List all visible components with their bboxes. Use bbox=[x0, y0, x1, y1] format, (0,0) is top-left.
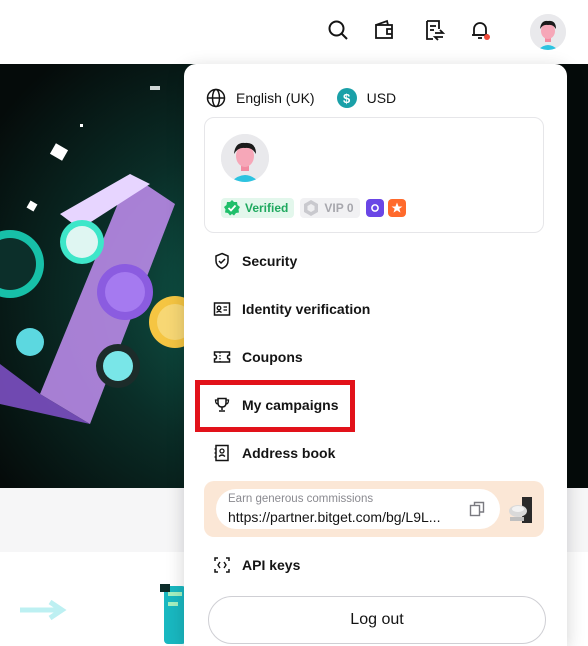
referral-banner: Earn generous commissions https://partne… bbox=[204, 481, 544, 537]
referral-link: https://partner.bitget.com/bg/L9L... bbox=[228, 509, 441, 525]
menu-item-coupons[interactable]: Coupons bbox=[212, 345, 303, 369]
orders-icon[interactable] bbox=[420, 16, 448, 44]
currency-label: USD bbox=[366, 90, 397, 106]
user-avatar bbox=[221, 134, 269, 182]
avatar-illustration bbox=[221, 134, 269, 182]
menu-label: API keys bbox=[242, 557, 301, 573]
menu-item-api-keys[interactable]: API keys bbox=[212, 553, 300, 577]
star-icon bbox=[391, 202, 402, 213]
globe-icon bbox=[206, 88, 226, 108]
avatar-illustration bbox=[530, 14, 566, 50]
verified-label: Verified bbox=[245, 201, 289, 215]
logout-button[interactable]: Log out bbox=[208, 596, 546, 644]
user-card[interactable]: Verified VIP 0 bbox=[204, 117, 544, 233]
referral-illustration bbox=[509, 497, 532, 523]
currency-selector[interactable]: $ USD bbox=[336, 88, 397, 108]
dollar-icon: $ bbox=[336, 88, 357, 108]
search-icon[interactable] bbox=[324, 16, 352, 44]
verified-badge: Verified bbox=[221, 198, 295, 218]
page: English (UK) $ USD Verified VIP 0 Securi… bbox=[0, 0, 588, 646]
menu-label: My campaigns bbox=[242, 397, 339, 413]
top-header bbox=[0, 0, 588, 64]
id-card-icon bbox=[212, 299, 232, 319]
api-icon bbox=[212, 555, 232, 575]
address-book-icon bbox=[212, 443, 232, 463]
menu-label: Identity verification bbox=[242, 301, 371, 317]
menu-item-identity-verification[interactable]: Identity verification bbox=[212, 297, 370, 321]
language-selector[interactable]: English (UK) bbox=[206, 88, 315, 108]
menu-item-my-campaigns[interactable]: My campaigns bbox=[212, 393, 338, 417]
medal-icon bbox=[370, 204, 379, 212]
trophy-icon bbox=[212, 395, 232, 415]
bell-icon[interactable] bbox=[466, 16, 494, 44]
coupon-icon bbox=[212, 347, 232, 367]
user-badges: Verified VIP 0 bbox=[221, 198, 410, 218]
referral-link-box[interactable]: Earn generous commissions https://partne… bbox=[216, 489, 500, 529]
copy-icon[interactable] bbox=[468, 500, 486, 518]
avatar[interactable] bbox=[530, 14, 566, 50]
menu-item-security[interactable]: Security bbox=[212, 249, 297, 273]
language-label: English (UK) bbox=[236, 90, 315, 106]
vip-label: VIP 0 bbox=[324, 201, 354, 215]
verified-check-icon bbox=[224, 200, 240, 216]
vip-hexagon-icon bbox=[304, 200, 319, 216]
vip-badge[interactable]: VIP 0 bbox=[300, 198, 360, 218]
menu-item-address-book[interactable]: Address book bbox=[212, 441, 335, 465]
referral-hint: Earn generous commissions bbox=[228, 493, 374, 505]
menu-label: Address book bbox=[242, 445, 336, 461]
achievement-badge-orange[interactable] bbox=[387, 199, 406, 217]
shield-icon bbox=[212, 251, 232, 271]
account-dropdown: English (UK) $ USD Verified VIP 0 Securi… bbox=[184, 64, 567, 646]
menu-label: Security bbox=[242, 253, 298, 269]
wallet-icon[interactable] bbox=[370, 16, 398, 44]
preferences-row: English (UK) $ USD bbox=[206, 88, 418, 108]
menu-label: Coupons bbox=[242, 349, 303, 365]
achievement-badge-purple[interactable] bbox=[365, 199, 384, 217]
